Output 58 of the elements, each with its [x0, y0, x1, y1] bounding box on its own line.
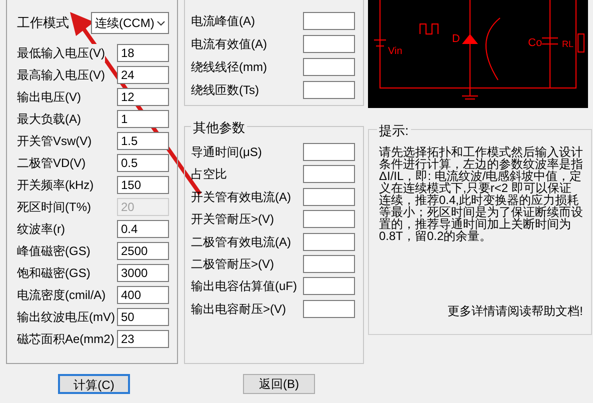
- input-field[interactable]: 1.5: [117, 132, 169, 150]
- field-label: 占空比: [191, 166, 227, 184]
- input-field[interactable]: 2500: [117, 242, 169, 260]
- input-field[interactable]: [303, 58, 355, 76]
- circuit-diagram-drawing: Vin D Co RL: [368, 0, 588, 108]
- input-field[interactable]: 0.5: [117, 154, 169, 172]
- input-field[interactable]: [303, 254, 355, 273]
- input-field[interactable]: [303, 81, 355, 99]
- input-field[interactable]: [303, 277, 355, 296]
- field-label: 峰值磁密(GS): [17, 242, 90, 260]
- field-label: 开关管耐压>(V): [191, 211, 274, 228]
- input-field[interactable]: 400: [117, 286, 169, 304]
- field-label: 二极管有效电流(A): [191, 234, 291, 251]
- field-label: 导通时间(μS): [191, 144, 262, 161]
- field-label: 最低输入电压(V): [17, 44, 105, 62]
- input-field[interactable]: 23: [117, 330, 169, 348]
- field-label: 纹波率(r): [17, 220, 65, 238]
- field-label: 绕线线径(mm): [191, 59, 267, 76]
- input-field[interactable]: 18: [117, 44, 169, 62]
- input-field[interactable]: [303, 232, 355, 251]
- field-label: 输出电压(V): [17, 88, 81, 106]
- input-field[interactable]: [303, 188, 355, 206]
- input-field[interactable]: 50: [117, 308, 169, 326]
- field-label: 饱和磁密(GS): [17, 264, 90, 282]
- help-text: 更多详情请阅读帮助文档!: [448, 303, 583, 320]
- field-label: 最高输入电压(V): [17, 66, 105, 84]
- field-label: 二极管耐压>(V): [191, 256, 274, 273]
- input-field[interactable]: [303, 35, 355, 53]
- input-field[interactable]: [303, 210, 355, 228]
- field-label: 绕线匝数(Ts): [191, 82, 259, 99]
- field-label: 电流有效值(A): [191, 36, 267, 53]
- field-label: 输出纹波电压(mV): [17, 308, 115, 326]
- field-label: 开关管Vsw(V): [17, 132, 92, 150]
- input-field[interactable]: [303, 300, 355, 318]
- back-button[interactable]: 返回(B): [243, 374, 315, 394]
- input-field[interactable]: 3000: [117, 264, 169, 282]
- field-label: 最大负载(A): [17, 110, 81, 128]
- field-label: 开关管有效电流(A): [191, 188, 291, 206]
- input-field[interactable]: [303, 143, 355, 161]
- field-label: 电流峰值(A): [191, 13, 255, 30]
- field-label: 电流密度(cmil/A): [17, 286, 106, 304]
- input-field[interactable]: 12: [117, 88, 169, 106]
- field-label: 二极管VD(V): [17, 154, 86, 172]
- input-field[interactable]: [303, 165, 355, 184]
- field-label: 死区时间(T%): [17, 198, 91, 216]
- tip-text: 请先选择拓扑和工作模式然后输入设计条件进行计算，左边的参数纹波率是指 ΔI/IL，即: 电流纹波/电感斜坡中值，定义在连续模式下,只要r<2 即可以保证连续，推荐0.4,此时变换器的应力损耗等最小；死区时间是为了保证断续而设置的，推荐导通时间加上关断时间为0.8T，留0.2的余量。: [379, 146, 583, 242]
- input-field[interactable]: [303, 12, 355, 30]
- field-label: 开关频率(kHz): [17, 176, 94, 194]
- calculate-button[interactable]: 计算(C): [58, 374, 130, 394]
- mode-select[interactable]: 连续(CCM): [91, 12, 169, 34]
- chevron-down-icon: [157, 20, 165, 26]
- input-field[interactable]: 1: [117, 110, 169, 128]
- input-field[interactable]: 0.4: [117, 220, 169, 238]
- input-field[interactable]: 24: [117, 66, 169, 84]
- field-label: 输出电容耐压>(V): [191, 300, 286, 318]
- field-label: 磁芯面积Ae(mm2): [17, 330, 114, 348]
- input-field[interactable]: 150: [117, 176, 169, 194]
- field-label: 输出电容估算值(uF): [191, 278, 297, 296]
